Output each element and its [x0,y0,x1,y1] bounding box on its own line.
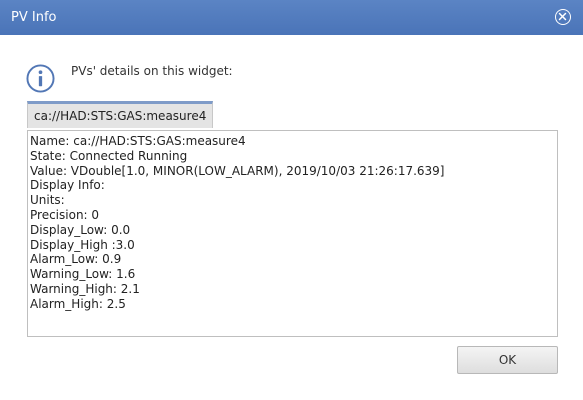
window-title: PV Info [11,10,57,25]
close-icon[interactable] [555,9,571,25]
info-icon [26,64,55,93]
header-text: PVs' details on this widget: [71,64,233,78]
pv-details-textarea[interactable]: Name: ca://HAD:STS:GAS:measure4 State: C… [27,130,558,337]
tab-pv[interactable]: ca://HAD:STS:GAS:measure4 [27,101,214,128]
detail-line-display-info: Display Info: [30,178,105,193]
detail-line-units: Units: [30,193,65,208]
ok-button[interactable]: OK [457,346,558,374]
detail-line-name: Name: ca://HAD:STS:GAS:measure4 [30,134,246,148]
titlebar[interactable]: PV Info [0,0,583,35]
detail-line-alarm-high: Alarm_High: 2.5 [30,296,126,311]
detail-line-display-low: Display_Low: 0.0 [30,222,131,237]
detail-line-state: State: Connected Running [30,148,188,163]
pv-info-dialog: PV Info PVs' details on this widget: ca:… [0,0,583,400]
detail-line-precision: Precision: 0 [30,207,100,222]
detail-line-warning-high: Warning_High: 2.1 [30,281,140,296]
detail-line-warning-low: Warning_Low: 1.6 [30,267,136,282]
detail-line-display-high: Display_High :3.0 [30,237,135,252]
detail-line-alarm-low: Alarm_Low: 0.9 [30,252,122,267]
detail-line-value: Value: VDouble[1.0, MINOR(LOW_ALARM), 20… [30,163,445,178]
